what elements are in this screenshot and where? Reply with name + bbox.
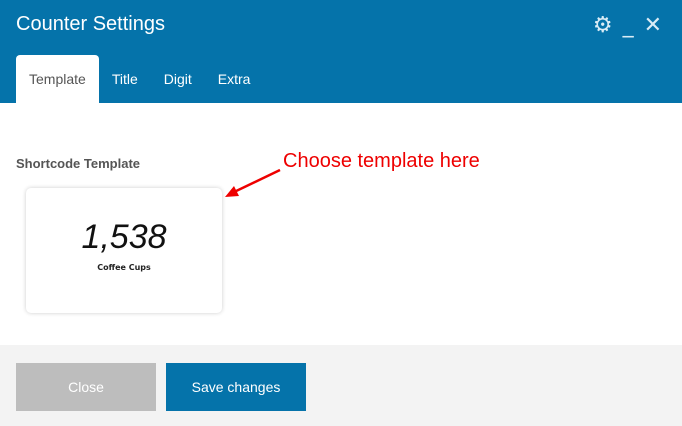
counter-caption: Coffee Cups [97,263,151,272]
close-button[interactable]: Close [16,363,156,411]
tab-bar: Template Title Digit Extra [16,55,263,103]
annotation-arrow-icon [225,168,281,197]
dialog-footer: Close Save changes [0,345,682,426]
tab-title[interactable]: Title [99,55,151,103]
gear-icon[interactable]: ⚙ [593,14,613,38]
tab-extra[interactable]: Extra [205,55,264,103]
tab-template[interactable]: Template [16,55,99,103]
section-label: Shortcode Template [16,156,141,171]
template-card[interactable]: 1,538 Coffee Cups [26,188,222,313]
minimize-icon[interactable]: _ [623,14,634,38]
tab-digit[interactable]: Digit [151,55,205,103]
dialog-title: Counter Settings [16,13,165,35]
counter-number: 1,538 [81,218,167,256]
annotation-text: Choose template here [283,150,480,172]
dialog-header: Counter Settings ⚙ _ ✕ Template Title Di… [0,0,682,103]
save-changes-button[interactable]: Save changes [166,363,306,411]
close-icon[interactable]: ✕ [644,14,662,38]
